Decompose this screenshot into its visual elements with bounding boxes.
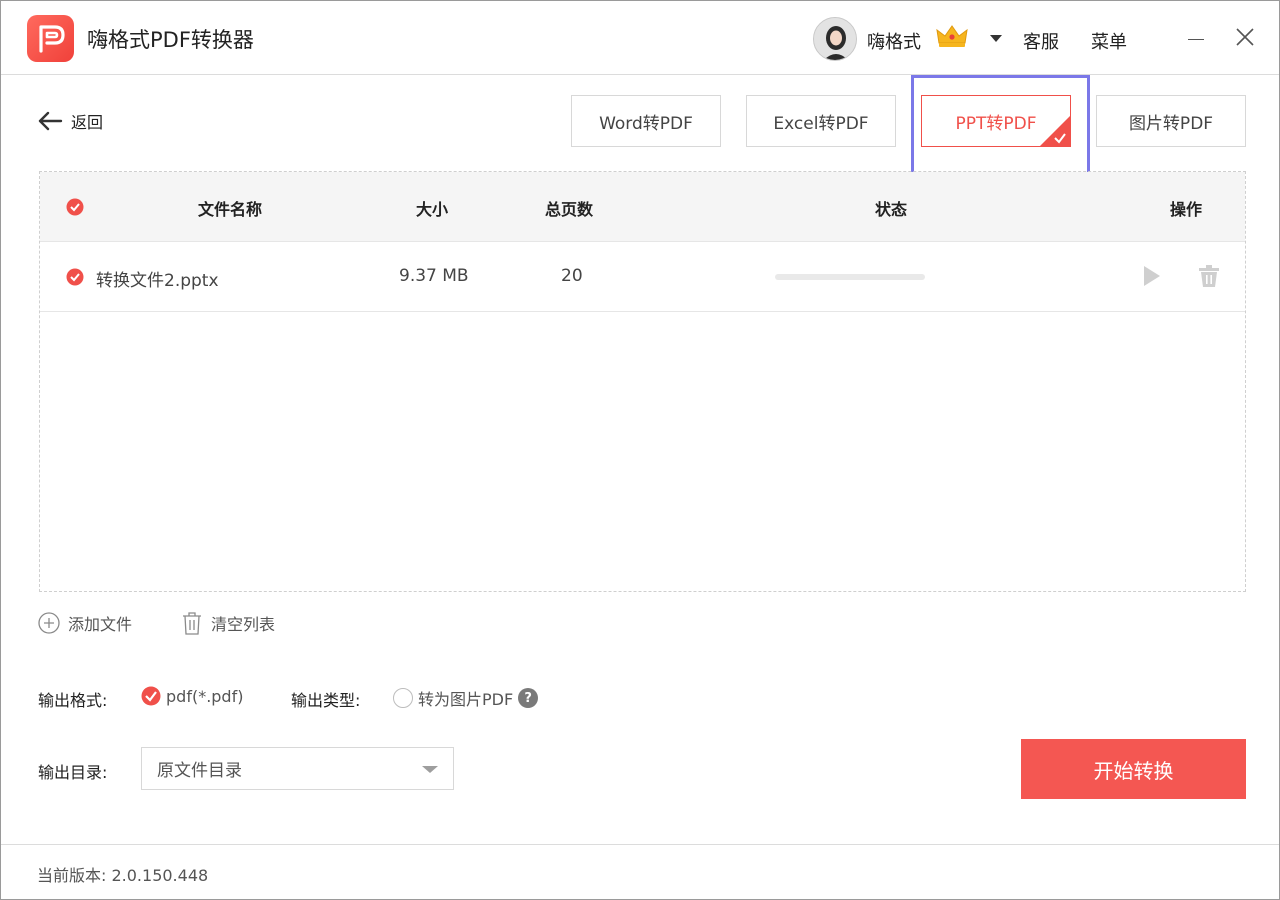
output-type-label: 输出类型:: [291, 691, 361, 710]
clear-list-button[interactable]: 清空列表: [181, 611, 275, 635]
app-window: 嗨格式PDF转换器 嗨格式 客服 菜单 返回 Word转PDF Excel转PD…: [0, 0, 1280, 900]
close-icon[interactable]: [1235, 27, 1255, 51]
to-image-pdf-option[interactable]: 转为图片PDF ?: [393, 686, 539, 710]
menu-link[interactable]: 菜单: [1091, 28, 1127, 54]
avatar[interactable]: [813, 17, 857, 61]
table-row: 转换文件2.pptx 9.37 MB 20: [40, 242, 1245, 312]
back-button[interactable]: 返回: [37, 109, 103, 133]
add-circle-icon: [38, 612, 60, 634]
file-list: 文件名称 大小 总页数 状态 操作 转换文件2.pptx 9.37 MB 20: [39, 171, 1246, 592]
minimize-icon[interactable]: [1188, 39, 1204, 40]
header-pages: 总页数: [545, 200, 594, 219]
tab-image-to-pdf[interactable]: 图片转PDF: [1096, 95, 1246, 147]
header-status: 状态: [875, 200, 908, 219]
row-checkbox[interactable]: [66, 268, 84, 286]
user-dropdown-icon[interactable]: [990, 35, 1002, 42]
output-format-label: 输出格式:: [38, 691, 108, 710]
header-action: 操作: [1170, 200, 1203, 219]
selection-highlight: [911, 75, 1090, 178]
output-dir-value: 原文件目录: [157, 761, 242, 781]
play-icon[interactable]: [1142, 264, 1162, 288]
select-all-checkbox[interactable]: [66, 198, 84, 216]
row-progress-bar: [775, 274, 925, 280]
customer-service-link[interactable]: 客服: [1023, 28, 1059, 54]
list-header: 文件名称 大小 总页数 状态 操作: [40, 172, 1245, 242]
version-text: 当前版本: 2.0.150.448: [37, 866, 209, 885]
header-file-name: 文件名称: [198, 200, 263, 219]
format-pdf-option[interactable]: pdf(*.pdf): [141, 686, 243, 706]
checked-icon: [141, 686, 161, 706]
app-title: 嗨格式PDF转换器: [87, 28, 254, 52]
arrow-left-icon: [38, 111, 63, 131]
to-image-pdf-radio[interactable]: [393, 688, 413, 708]
header-size: 大小: [416, 200, 449, 219]
trash-outline-icon: [183, 612, 201, 635]
row-pages: 20: [561, 266, 583, 286]
row-size: 9.37 MB: [399, 266, 469, 286]
clear-list-label: 清空列表: [211, 615, 276, 634]
tab-word-to-pdf[interactable]: Word转PDF: [571, 95, 721, 147]
trash-icon[interactable]: [1198, 264, 1220, 288]
start-convert-button[interactable]: 开始转换: [1021, 739, 1246, 799]
to-image-pdf-label: 转为图片PDF: [418, 690, 514, 709]
add-file-button[interactable]: 添加文件: [38, 611, 132, 635]
back-label: 返回: [71, 113, 104, 132]
vip-crown-icon: [935, 23, 969, 53]
footer: 当前版本: 2.0.150.448: [1, 844, 1279, 900]
title-bar: 嗨格式PDF转换器 嗨格式 客服 菜单: [1, 1, 1279, 75]
tab-excel-to-pdf[interactable]: Excel转PDF: [746, 95, 896, 147]
format-pdf-label: pdf(*.pdf): [166, 686, 244, 706]
app-logo-icon: [27, 15, 74, 62]
chevron-down-icon: [422, 766, 438, 773]
row-file-name: 转换文件2.pptx: [96, 271, 219, 291]
help-icon[interactable]: ?: [518, 688, 539, 708]
output-dir-select[interactable]: 原文件目录: [141, 747, 454, 790]
add-file-label: 添加文件: [68, 615, 133, 634]
output-dir-label: 输出目录:: [38, 763, 108, 782]
username[interactable]: 嗨格式: [867, 28, 921, 54]
